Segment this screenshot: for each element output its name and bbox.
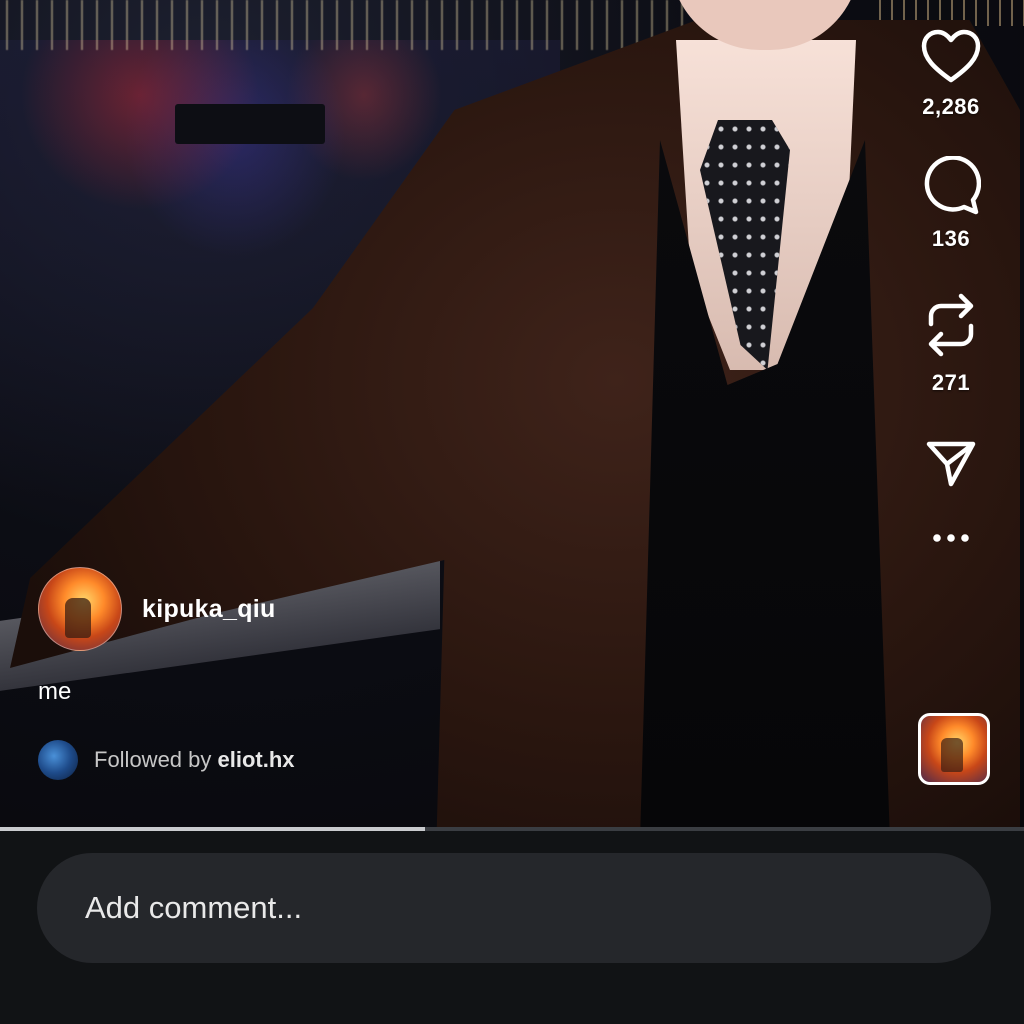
more-options-button[interactable] <box>931 532 971 544</box>
send-icon <box>926 441 976 487</box>
comment-count: 136 <box>931 226 971 251</box>
post-caption: me <box>38 678 72 705</box>
followed-by-row[interactable]: Followed by eliot.hx <box>38 740 295 780</box>
comment-button[interactable]: 136 <box>921 156 981 252</box>
audio-thumbnail[interactable] <box>918 713 990 785</box>
reels-screen: 2,286 136 271 kipuka_qiu me Followed by … <box>0 0 1024 1024</box>
share-button[interactable] <box>923 436 979 492</box>
heart-icon <box>921 29 981 83</box>
followed-by-label: Followed by <box>94 747 218 772</box>
like-button[interactable]: 2,286 <box>920 28 982 120</box>
post-author[interactable]: kipuka_qiu <box>38 567 276 651</box>
followed-by-username[interactable]: eliot.hx <box>218 747 295 772</box>
author-avatar[interactable] <box>38 567 122 651</box>
add-comment-field[interactable]: Add comment... <box>37 853 991 963</box>
follower-avatar <box>38 740 78 780</box>
add-comment-placeholder: Add comment... <box>85 890 303 925</box>
author-username[interactable]: kipuka_qiu <box>142 595 276 624</box>
repost-icon <box>928 293 974 357</box>
comment-bubble-icon <box>924 156 981 215</box>
repost-count: 271 <box>931 370 971 395</box>
reel-video[interactable] <box>0 0 1024 828</box>
more-icon <box>933 534 969 542</box>
repost-button[interactable]: 271 <box>923 290 979 396</box>
like-count: 2,286 <box>922 94 980 119</box>
action-rail: 2,286 136 271 <box>906 28 996 544</box>
bottom-bar: Add comment... <box>0 831 1024 1024</box>
